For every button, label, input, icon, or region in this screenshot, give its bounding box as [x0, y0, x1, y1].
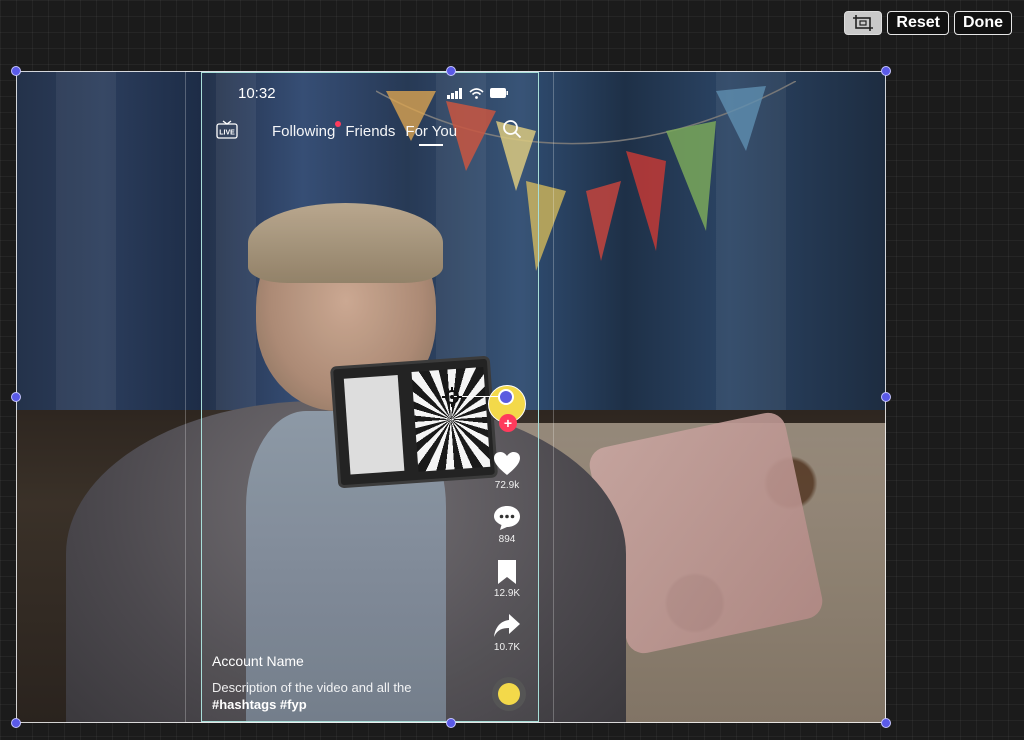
crop-button[interactable] [844, 11, 883, 35]
resize-handle-bottom[interactable] [446, 718, 456, 728]
crop-icon [853, 15, 874, 31]
resize-handle-top-right[interactable] [881, 66, 891, 76]
resize-handle-right[interactable] [881, 392, 891, 402]
resize-handle-left[interactable] [11, 392, 21, 402]
resize-handle-top[interactable] [446, 66, 456, 76]
crop-selection-box[interactable] [16, 71, 886, 723]
resize-handle-bottom-right[interactable] [881, 718, 891, 728]
editor-toolbar: Reset Done [844, 11, 1012, 35]
done-button[interactable]: Done [954, 11, 1012, 35]
resize-handle-bottom-left[interactable] [11, 718, 21, 728]
reset-button[interactable]: Reset [887, 11, 949, 35]
resize-handle-top-left[interactable] [11, 66, 21, 76]
